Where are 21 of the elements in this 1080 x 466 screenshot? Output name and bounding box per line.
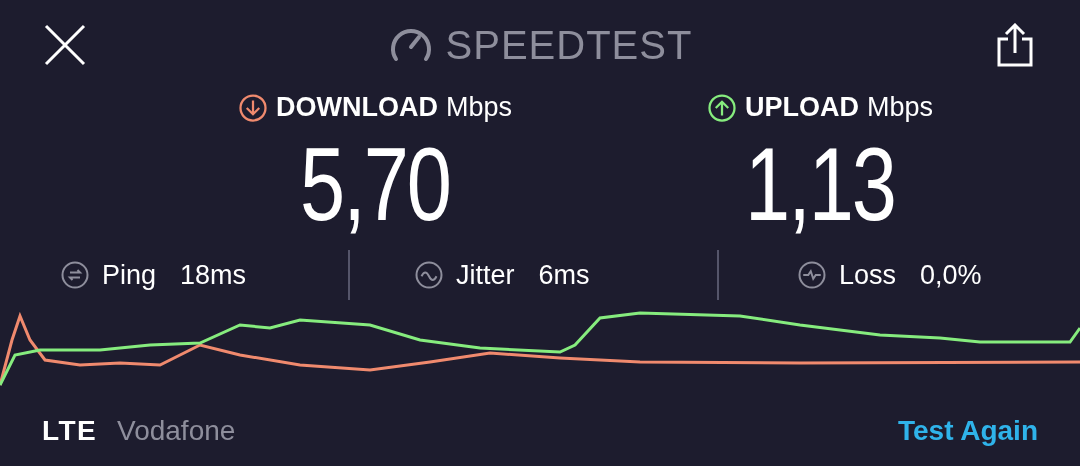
network-type: LTE [42,413,97,448]
stat-label: Jitter [456,258,515,292]
close-icon [43,23,87,67]
result-value: 5,70 [300,125,450,243]
test-again-button[interactable]: Test Again [898,409,1038,452]
pulse-icon [797,260,827,290]
close-button[interactable] [42,22,88,68]
app-title: SPEEDTEST [445,22,693,69]
result-label: UPLOAD [745,91,859,125]
stat-label: Loss [839,258,897,292]
result-label: DOWNLOAD [276,91,438,125]
unit-label: Mbps [867,91,933,125]
stat-value: 0,0% [920,258,982,292]
arrows-icon [60,260,90,290]
stat-value: 6ms [538,258,590,292]
wave-icon [414,260,444,290]
carrier-name: Vodafone [117,413,236,448]
stat-value: 18ms [180,258,247,292]
result-value: 1,13 [745,125,895,243]
unit-label: Mbps [445,91,512,125]
stat-label: Ping [102,258,157,292]
